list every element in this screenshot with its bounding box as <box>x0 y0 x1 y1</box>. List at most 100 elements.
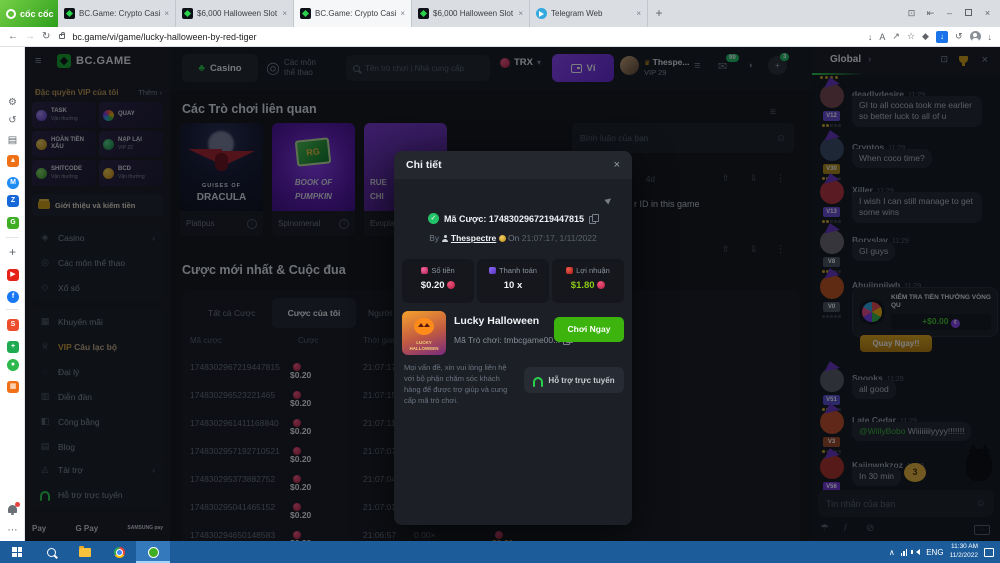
trx-coin-icon <box>597 281 605 289</box>
browser-tab-3-active[interactable]: BC.Game: Crypto Casino Gam × <box>294 0 412 27</box>
verified-check-icon: ✓ <box>428 213 439 224</box>
support-note: Mọi vấn đề, xin vui lòng liên hệ với bộ … <box>404 363 518 407</box>
pumpkin-art <box>414 318 434 335</box>
translate-icon[interactable]: A <box>879 32 885 42</box>
sync-icon[interactable]: ↺ <box>955 31 963 42</box>
chat-app-icon[interactable]: ● <box>7 359 19 371</box>
bcgame-favicon <box>300 8 311 19</box>
chrome-button[interactable] <box>102 541 136 563</box>
play-now-button[interactable]: Chơi Ngay <box>554 317 624 342</box>
window-controls: ⊡ ⇤ – × <box>903 0 1000 27</box>
bcgame-favicon <box>64 8 75 19</box>
browser-tab-5[interactable]: Telegram Web × <box>530 0 648 27</box>
close-window-button[interactable]: × <box>979 0 996 27</box>
coccoc-logo-icon <box>6 9 16 19</box>
zalo-icon[interactable]: Z <box>7 195 19 207</box>
reload-icon[interactable]: ↻ <box>42 27 50 47</box>
new-tab-button[interactable]: + <box>648 0 670 27</box>
games-icon[interactable]: G <box>7 217 19 229</box>
settings-gear-icon[interactable]: ⚙ <box>0 97 25 108</box>
address-bar[interactable]: bc.game/vi/game/lucky-halloween-by-red-t… <box>72 32 861 42</box>
telegram-favicon <box>536 8 547 19</box>
cart-icon[interactable]: ▦ <box>7 381 19 393</box>
youtube-icon[interactable]: ▶ <box>7 269 19 281</box>
browser-toolbar: ← → ↻ bc.game/vi/game/lucky-halloween-by… <box>0 27 1000 47</box>
stat-payout: Thanh toán 10 x <box>477 259 549 303</box>
live-support-button[interactable]: Hỗ trợ trực tuyến <box>524 367 624 393</box>
bet-id-line: ✓ Mã Cược: 1748302967219447815 <box>394 213 632 224</box>
taskbar-search-button[interactable] <box>34 541 68 563</box>
tab-close-icon[interactable]: × <box>636 9 641 18</box>
stat-profit: Lợi nhuận $1.80 <box>552 259 624 303</box>
trx-coin-icon <box>447 281 455 289</box>
downloads-tray-icon[interactable]: ↓ <box>988 32 993 42</box>
bet-author-link[interactable]: Thespectre <box>451 233 496 243</box>
messenger-icon[interactable]: M <box>7 177 19 189</box>
copy-icon[interactable] <box>589 214 598 224</box>
modal-title: Chi tiết <box>406 159 442 171</box>
coccoc-side-rail: ⚙ ↺ ▤ ▲ M Z G + ▶ f S + ● ▦ ⋯ <box>0 47 25 541</box>
browser-tab-2[interactable]: $6,000 Halloween Slot Battle × <box>176 0 294 27</box>
share-arrow-icon[interactable]: ► <box>602 193 617 208</box>
browser-tab-bar: cốc cốc BC.Game: Crypto Casino Gam × $6,… <box>0 0 1000 27</box>
shopping-icon[interactable]: S <box>7 319 19 331</box>
tab-close-icon[interactable]: × <box>400 9 405 18</box>
adblock-shield-icon[interactable]: ◆ <box>922 31 929 42</box>
notification-bell-icon[interactable] <box>8 505 17 513</box>
profit-icon <box>566 267 573 274</box>
minimize-button[interactable]: – <box>941 0 958 27</box>
bcgame-favicon <box>182 8 193 19</box>
file-explorer-button[interactable] <box>68 541 102 563</box>
modal-header: Chi tiết × <box>394 151 632 179</box>
lock-icon[interactable] <box>59 34 65 39</box>
modal-close-icon[interactable]: × <box>614 159 620 171</box>
modal-game-title: Lucky Halloween <box>454 315 539 327</box>
tab-close-icon[interactable]: × <box>164 9 169 18</box>
tab-close-icon[interactable]: × <box>282 9 287 18</box>
amount-icon <box>421 267 428 274</box>
bookmark-star-icon[interactable]: ☆ <box>907 31 915 42</box>
coccoc-menu-button[interactable]: cốc cốc <box>0 0 58 27</box>
back-icon[interactable]: ← <box>8 27 18 47</box>
tab-close-icon[interactable]: × <box>518 9 523 18</box>
history-clock-icon[interactable]: ↺ <box>0 115 25 126</box>
forward-icon[interactable]: → <box>25 27 35 47</box>
bcgame-favicon <box>418 8 429 19</box>
profile-icon[interactable] <box>970 31 981 42</box>
taskbar-clock[interactable]: 11:30 AM 11/2/2022 <box>950 543 978 561</box>
maximize-button[interactable] <box>960 0 977 27</box>
coccoc-button-active[interactable] <box>136 541 170 563</box>
action-center-icon[interactable] <box>984 548 994 557</box>
browser-tab-1[interactable]: BC.Game: Crypto Casino Gam × <box>58 0 176 27</box>
pin-sidebar-icon[interactable]: ⇤ <box>922 0 939 27</box>
speaker-icon[interactable] <box>913 549 920 555</box>
lucky-halloween-thumb[interactable]: LUCKYHALLOWEEN <box>402 311 446 355</box>
bet-details-modal: Chi tiết × ► ✓ Mã Cược: 1748302967219447… <box>394 151 632 525</box>
notification-dot <box>15 502 20 507</box>
more-icon[interactable]: ⋯ <box>0 525 25 536</box>
system-tray: ∧ ENG 11:30 AM 11/2/2022 <box>889 541 1000 563</box>
save-page-icon[interactable]: ↓ <box>868 32 873 42</box>
tab-preview-icon[interactable]: ⊡ <box>903 0 920 27</box>
person-icon <box>442 235 449 242</box>
tray-expand-icon[interactable]: ∧ <box>889 548 895 557</box>
hot-trends-icon[interactable]: ▲ <box>7 155 19 167</box>
brand-label: cốc cốc <box>20 9 54 19</box>
reading-list-icon[interactable]: ▤ <box>0 135 25 146</box>
language-indicator[interactable]: ENG <box>926 548 943 557</box>
gift-icon[interactable]: + <box>7 341 19 353</box>
rail-divider <box>6 309 19 310</box>
page: ⚙ ↺ ▤ ▲ M Z G + ▶ f S + ● ▦ ⋯ ≡ BC.GAME <box>0 47 1000 541</box>
start-button[interactable] <box>0 541 34 563</box>
screen: cốc cốc BC.Game: Crypto Casino Gam × $6,… <box>0 0 1000 563</box>
share-icon[interactable]: ↗ <box>892 31 900 42</box>
network-icon[interactable] <box>901 549 908 556</box>
medal-icon <box>499 235 506 242</box>
facebook-icon[interactable]: f <box>7 291 19 303</box>
download-active-icon[interactable]: ↓ <box>936 31 948 43</box>
windows-taskbar: ∧ ENG 11:30 AM 11/2/2022 <box>0 541 1000 563</box>
browser-tab-4[interactable]: $6,000 Halloween Slot Battl × <box>412 0 530 27</box>
add-shortcut-icon[interactable]: + <box>0 245 25 259</box>
modal-game-row: LUCKYHALLOWEEN Lucky Halloween Mã Trò ch… <box>402 311 624 357</box>
rail-divider <box>6 237 19 238</box>
